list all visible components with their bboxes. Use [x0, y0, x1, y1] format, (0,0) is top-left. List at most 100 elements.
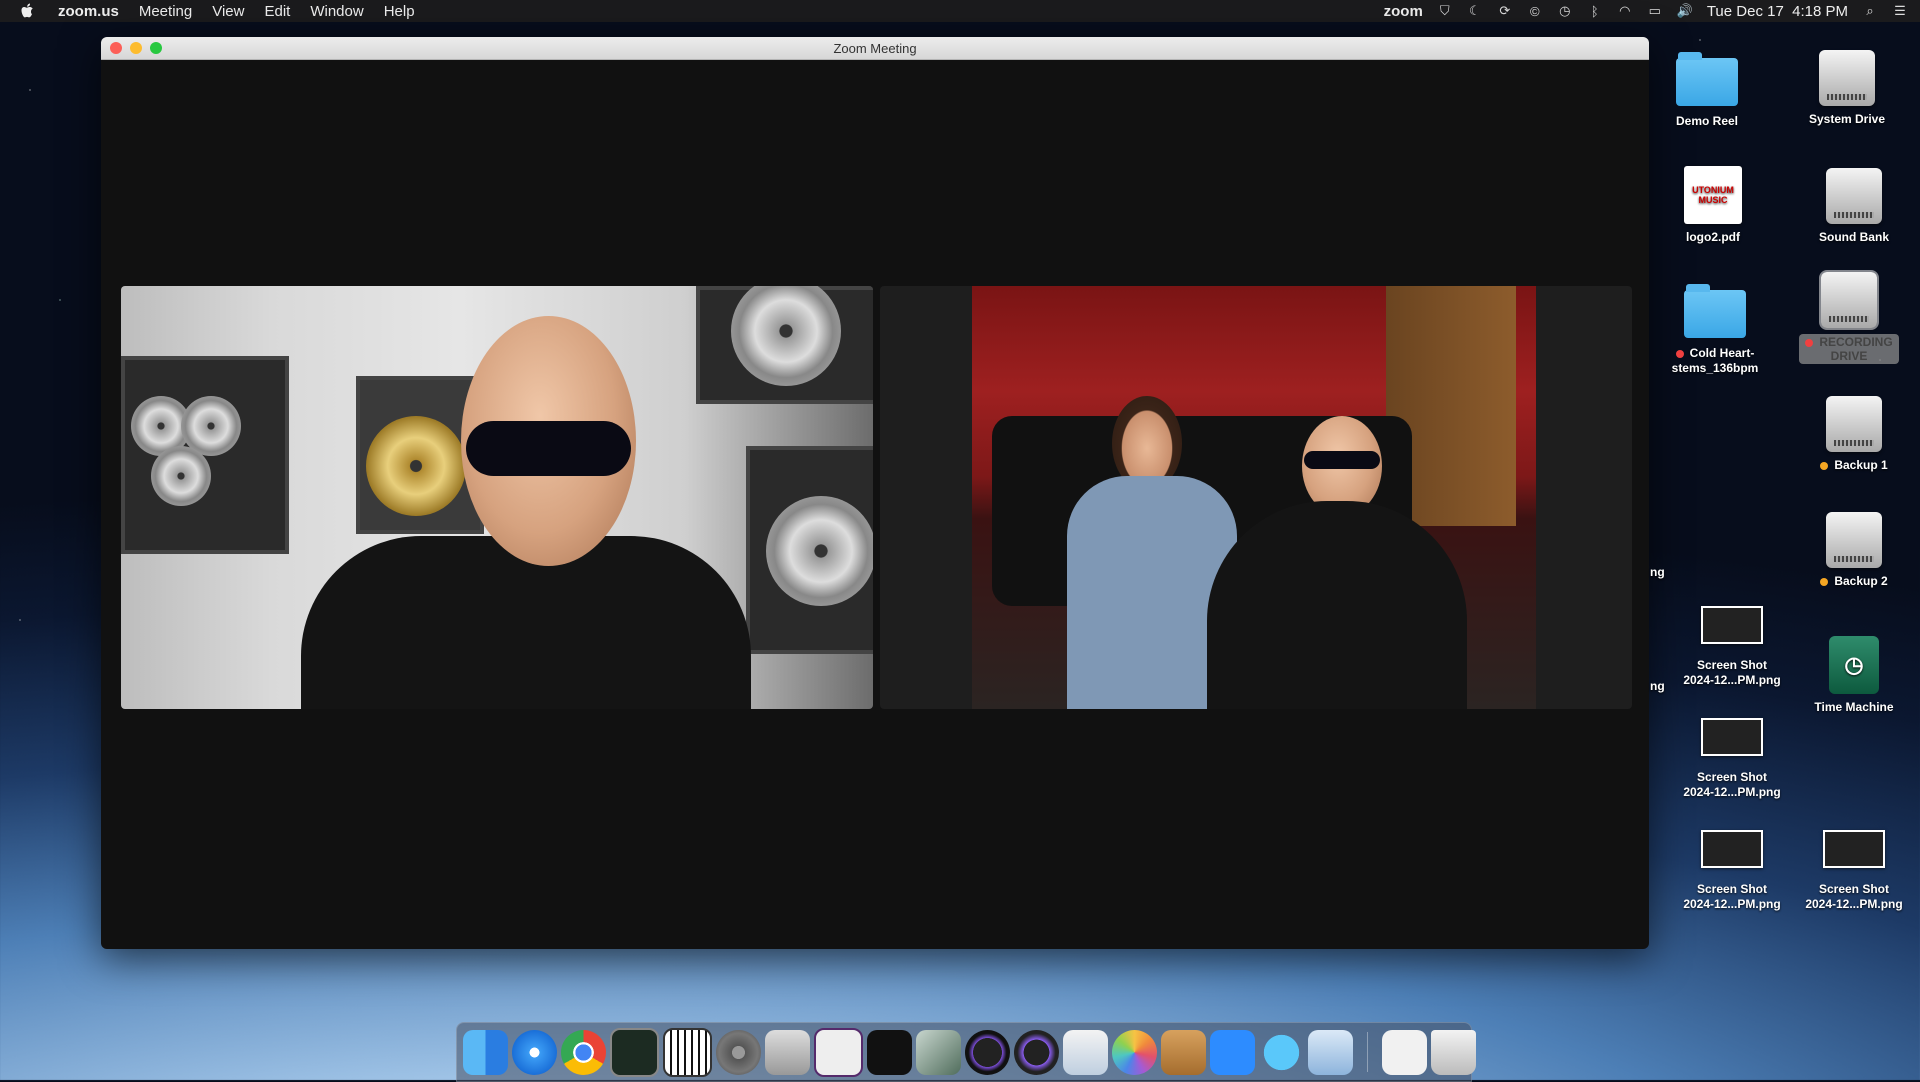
safari-icon[interactable] — [512, 1029, 557, 1075]
status-area: zoom ⛉ ☾ ⟳ © ◷ ᛒ ◠ ▭ 🔊 Tue Dec 17 4:18 P… — [1384, 0, 1908, 22]
desktop-folder-cold-heart[interactable]: Cold Heart- stems_136bpm — [1660, 284, 1770, 376]
history-icon[interactable]: ◷ — [1557, 3, 1573, 18]
hard-drive-icon — [1826, 512, 1882, 568]
icon-label: stems_136bpm — [1671, 361, 1759, 375]
orange-tag-icon — [1820, 461, 1829, 470]
display-icon[interactable]: ▭ — [1647, 3, 1663, 18]
desktop-folder-demo-reel[interactable]: Demo Reel — [1652, 52, 1762, 129]
record-disc — [151, 446, 211, 506]
folder-icon — [1676, 52, 1738, 106]
menu-app-name[interactable]: zoom.us — [58, 3, 119, 20]
icon-label: Sound Bank — [1818, 230, 1889, 244]
waves-app-icon[interactable] — [814, 1027, 863, 1077]
video-tile-participant-2[interactable] — [880, 286, 1632, 709]
menu-view[interactable]: View — [212, 3, 244, 20]
icon-label: Time Machine — [1814, 700, 1894, 714]
icon-label: Screen Shot — [1696, 770, 1768, 784]
video-tile-participant-1[interactable] — [121, 286, 873, 709]
icon-label: Demo Reel — [1675, 114, 1739, 128]
music-app-icon[interactable] — [916, 1029, 961, 1075]
moon-icon[interactable]: ☾ — [1467, 3, 1483, 18]
chrome-icon[interactable] — [561, 1029, 606, 1075]
search-icon[interactable]: ⌕ — [1862, 3, 1878, 18]
desktop-drive-recording[interactable]: RECORDING DRIVE — [1794, 270, 1904, 364]
icon-label-row: Backup 1 — [1799, 458, 1909, 473]
desktop-drive-system[interactable]: System Drive — [1792, 50, 1902, 127]
hard-drive-icon — [1826, 396, 1882, 452]
menu-edit[interactable]: Edit — [264, 3, 290, 20]
video-feed — [121, 286, 873, 709]
desktop-drive-backup-2[interactable]: Backup 2 — [1799, 512, 1909, 589]
messages-icon[interactable] — [1259, 1029, 1304, 1075]
selected-label: RECORDING DRIVE — [1799, 334, 1899, 364]
system-preferences-icon[interactable] — [716, 1029, 761, 1075]
trash-icon[interactable] — [1431, 1029, 1476, 1075]
utility-app-icon[interactable] — [765, 1029, 810, 1075]
volume-icon[interactable]: 🔊 — [1677, 3, 1693, 18]
time-machine-icon: ◷ — [1829, 636, 1879, 694]
hard-drive-icon — [1819, 270, 1879, 330]
icon-label-row: Backup 2 — [1799, 574, 1909, 589]
zoom-icon[interactable] — [1210, 1029, 1255, 1075]
list-icon[interactable]: ☰ — [1892, 3, 1908, 18]
desktop-file-screenshot[interactable]: Screen Shot 2024-12...PM.png — [1799, 830, 1909, 912]
desktop-drive-backup-1[interactable]: Backup 1 — [1799, 396, 1909, 473]
desktop-drive-sound-bank[interactable]: Sound Bank — [1799, 168, 1909, 245]
participant-shirt — [1207, 501, 1467, 709]
wifi-icon[interactable]: ◠ — [1617, 3, 1633, 18]
hard-drive-icon — [1819, 50, 1875, 106]
desktop-file-screenshot[interactable]: Screen Shot 2024-12...PM.png — [1677, 606, 1787, 688]
eventide-icon[interactable] — [965, 1029, 1010, 1075]
eyeglasses — [1304, 451, 1380, 469]
pro-tools-icon[interactable] — [1014, 1029, 1059, 1075]
partial-icon-label: ng — [1650, 565, 1665, 579]
zoom-meeting-window: Zoom Meeting — [101, 37, 1649, 949]
activity-monitor-icon[interactable] — [610, 1027, 659, 1077]
hard-drive-icon — [1826, 168, 1882, 224]
shield-icon[interactable]: ⛉ — [1437, 3, 1453, 18]
preview-icon[interactable] — [1063, 1029, 1108, 1075]
icon-label: logo2.pdf — [1686, 230, 1740, 244]
sunglasses — [466, 421, 631, 476]
menu-meeting[interactable]: Meeting — [139, 3, 192, 20]
icon-label: Backup 2 — [1834, 574, 1888, 588]
apple-icon[interactable] — [20, 3, 36, 19]
desktop-file-logo-pdf[interactable]: UTONIUM MUSIC logo2.pdf — [1658, 166, 1768, 245]
icon-label: 2024-12...PM.png — [1683, 785, 1781, 799]
clock[interactable]: Tue Dec 17 4:18 PM — [1707, 3, 1848, 20]
bluetooth-icon[interactable]: ᛒ — [1587, 4, 1603, 19]
piano-app-icon[interactable] — [663, 1027, 712, 1077]
icon-label: System Drive — [1808, 112, 1886, 126]
icon-label: Screen Shot — [1696, 882, 1768, 896]
downloads-stack-icon[interactable] — [1382, 1029, 1427, 1075]
orange-tag-icon — [1820, 577, 1829, 586]
red-tag-icon — [1805, 338, 1814, 347]
icon-label: 2024-12...PM.png — [1683, 673, 1781, 687]
desktop-file-screenshot[interactable]: Screen Shot 2024-12...PM.png — [1677, 830, 1787, 912]
icon-label: Screen Shot — [1696, 658, 1768, 672]
image-thumbnail-icon — [1823, 830, 1885, 868]
image-thumbnail-icon — [1701, 718, 1763, 756]
desktop-app-time-machine[interactable]: ◷ Time Machine — [1799, 636, 1909, 715]
dock-separator — [1367, 1032, 1368, 1072]
icon-label: 2024-12...PM.png — [1683, 897, 1781, 911]
image-thumbnail-icon — [1701, 606, 1763, 644]
mail-icon[interactable] — [1308, 1029, 1353, 1075]
menu-window[interactable]: Window — [310, 3, 363, 20]
menu-bar: zoom.us Meeting View Edit Window Help zo… — [0, 0, 1920, 22]
sync-icon[interactable]: ⟳ — [1497, 3, 1513, 18]
photos-icon[interactable] — [1112, 1029, 1157, 1075]
contacts-icon[interactable] — [1161, 1029, 1206, 1075]
zoom-status-item[interactable]: zoom — [1384, 3, 1423, 20]
video-feed — [972, 286, 1536, 709]
pdf-icon: UTONIUM MUSIC — [1684, 166, 1742, 224]
window-titlebar[interactable]: Zoom Meeting — [101, 37, 1649, 60]
ilok-icon[interactable] — [867, 1029, 912, 1075]
icon-label: Cold Heart- — [1689, 346, 1755, 360]
desktop-file-screenshot[interactable]: Screen Shot 2024-12...PM.png — [1677, 718, 1787, 800]
menu-help[interactable]: Help — [384, 3, 415, 20]
icon-label-row: Cold Heart- — [1660, 346, 1770, 361]
gold-record — [366, 416, 466, 516]
finder-icon[interactable] — [463, 1029, 508, 1075]
copyright-icon[interactable]: © — [1527, 4, 1543, 19]
